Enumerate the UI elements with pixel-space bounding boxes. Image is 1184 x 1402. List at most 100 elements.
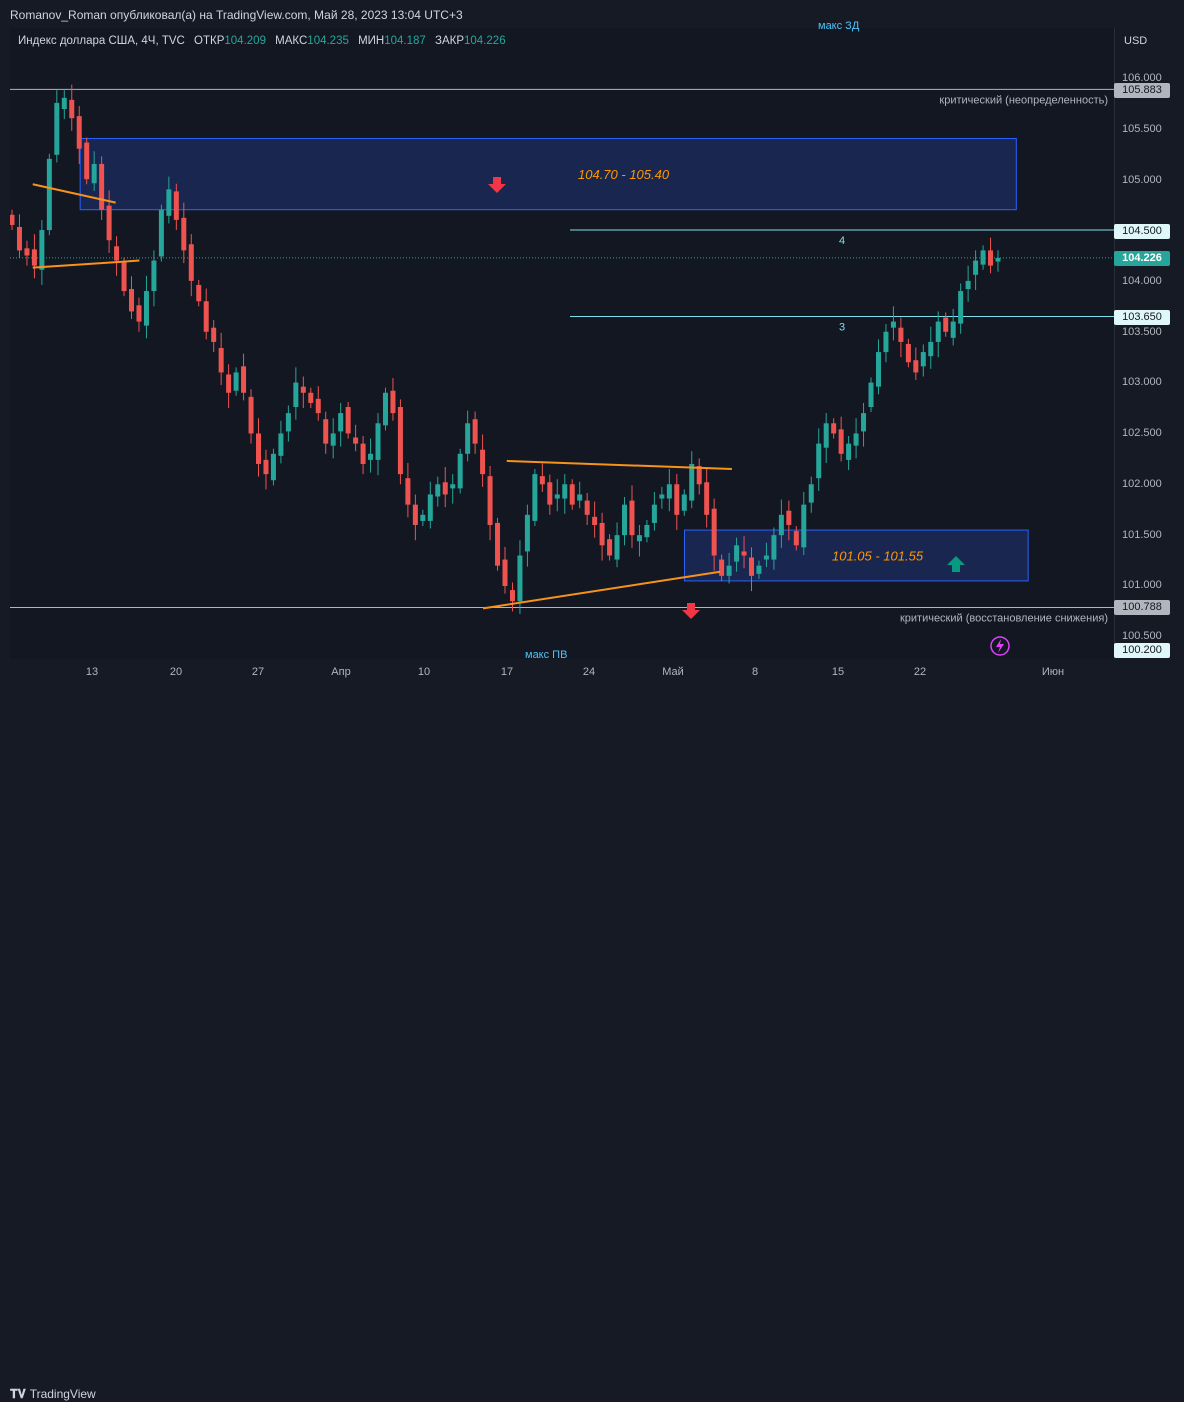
- candle-body: [465, 423, 471, 454]
- candle-body: [173, 191, 179, 220]
- low-value: 104.187: [384, 35, 426, 47]
- candle-body: [54, 102, 60, 155]
- candle-body: [689, 463, 695, 501]
- candle-body: [472, 419, 478, 444]
- candle-body: [84, 142, 90, 180]
- candle-body: [958, 291, 964, 324]
- level-label-3: 3: [839, 321, 845, 333]
- candle-body: [495, 522, 501, 566]
- candle-body: [629, 500, 635, 536]
- candle-body: [928, 341, 934, 357]
- low-label: МИН: [358, 35, 385, 47]
- candle-body: [950, 321, 956, 338]
- candle-body: [375, 423, 381, 460]
- candle-body: [360, 443, 366, 464]
- level-badge-4: 104.500: [1114, 224, 1170, 239]
- candle-body: [861, 413, 867, 432]
- y-tick: 103.500: [1122, 326, 1162, 338]
- candle-body: [10, 214, 15, 225]
- critical-label-upper: критический (неопределенность): [939, 94, 1108, 106]
- candle-body: [599, 522, 605, 546]
- chart-screenshot: Romanov_Roman опубликовал(а) на TradingV…: [0, 0, 1184, 1401]
- candle-body: [853, 433, 859, 446]
- candle-body: [136, 305, 142, 322]
- bottom-note: макс ПВ: [525, 649, 568, 661]
- candle-body: [285, 413, 291, 432]
- candle-body: [584, 500, 590, 515]
- candle-body: [801, 504, 807, 548]
- chart-canvas[interactable]: критический (неопределенность) критически…: [10, 28, 1114, 659]
- y-tick: 105.000: [1122, 174, 1162, 186]
- candle-body: [368, 453, 374, 460]
- candle-body: [345, 407, 351, 434]
- candle-body: [293, 382, 299, 408]
- open-label: ОТКР: [194, 35, 225, 47]
- candle-body: [315, 398, 321, 414]
- candle-body: [181, 217, 187, 251]
- y-tick: 104.000: [1122, 275, 1162, 287]
- candle-body: [846, 443, 852, 460]
- candle-body: [831, 423, 837, 434]
- candle-body: [106, 205, 112, 241]
- candle-body: [749, 557, 754, 576]
- candle-body: [547, 482, 553, 505]
- candle-body: [622, 504, 628, 536]
- candle-body: [24, 248, 30, 256]
- symbol-name: Индекс доллара США, 4Ч, TVC: [18, 35, 185, 47]
- candle-body: [248, 396, 254, 434]
- y-tick: 101.500: [1122, 529, 1162, 541]
- top-note: макс ЗД: [818, 20, 860, 32]
- critical-label-lower: критический (восстановление снижения): [900, 613, 1108, 625]
- candle-body: [330, 433, 336, 446]
- level-label-4: 4: [839, 235, 845, 247]
- candle-body: [808, 484, 814, 503]
- candle-body: [353, 437, 359, 444]
- brand-name: TradingView: [29, 1387, 96, 1401]
- candle-body: [278, 433, 284, 456]
- close-label: ЗАКР: [435, 35, 465, 47]
- candle-body: [592, 516, 598, 525]
- chart-panel[interactable]: критический (неопределенность) критически…: [10, 28, 1114, 659]
- x-tick: 20: [169, 666, 183, 678]
- candle-body: [211, 327, 217, 342]
- candle-body: [973, 260, 979, 275]
- candle-body: [16, 226, 22, 251]
- symbol-legend: Индекс доллара США, 4Ч, TVC ОТКР104.209 …: [18, 35, 506, 47]
- candle-body: [741, 551, 747, 556]
- x-tick: 10: [417, 666, 431, 678]
- x-tick: 24: [582, 666, 596, 678]
- candle-body: [31, 249, 37, 266]
- candle-body: [554, 494, 560, 499]
- candle-body: [965, 280, 971, 290]
- candle-body: [524, 514, 530, 552]
- candle-body: [91, 163, 97, 184]
- candle-body: [151, 260, 157, 292]
- x-tick: 13: [85, 666, 99, 678]
- candle-body: [256, 433, 261, 464]
- candle-body: [517, 555, 523, 602]
- candle-body: [532, 474, 538, 521]
- down-arrow-icon: [682, 603, 700, 619]
- candle-body: [263, 459, 269, 475]
- candle-body: [614, 535, 620, 560]
- candle-body: [427, 494, 433, 521]
- trendline-3: [506, 459, 732, 471]
- candle-body: [711, 508, 717, 556]
- candle-body: [920, 352, 926, 367]
- candle-body: [121, 262, 127, 292]
- x-tick: Май: [662, 666, 684, 678]
- y-tick: 103.000: [1122, 376, 1162, 388]
- candle-body: [143, 291, 149, 326]
- candle-body: [420, 514, 426, 521]
- candle-body: [39, 230, 45, 270]
- zone-label-upper: 104.70 - 105.40: [578, 167, 670, 182]
- candle-body: [659, 494, 665, 499]
- candle-body: [502, 559, 508, 586]
- candle-body: [816, 443, 822, 479]
- x-tick: Апр: [331, 666, 351, 678]
- candle-body: [509, 590, 515, 602]
- candle-body: [838, 429, 844, 454]
- footer-bar: 𝐓𝐕 TradingView: [0, 690, 1184, 1401]
- candle-body: [114, 246, 120, 261]
- tradingview-logo[interactable]: 𝐓𝐕 TradingView: [10, 1387, 96, 1402]
